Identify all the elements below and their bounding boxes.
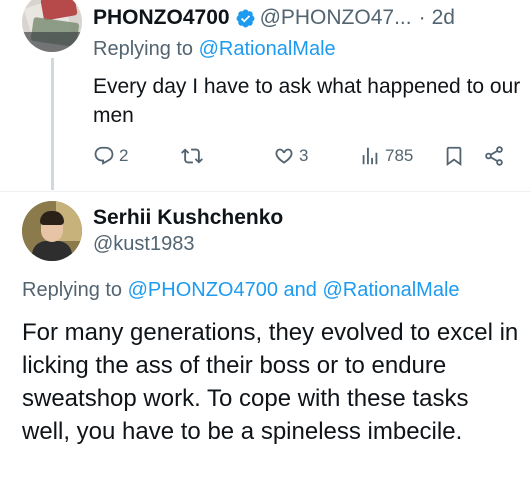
tweet-text: For many generations, they evolved to ex… [22,319,519,445]
view-count: 785 [385,146,414,165]
views-button[interactable]: 785 [359,142,413,170]
share-button[interactable] [483,142,505,170]
mention-link[interactable]: @PHONZO4700 [128,279,278,301]
author-handle[interactable]: @kust1983 [93,233,194,256]
main-tweet: Serhii Kushchenko @kust1983 Replying to … [0,192,531,495]
separator-dot: · [418,6,426,29]
bookmark-icon [446,146,462,167]
tweet-actions: 2 3 785 [93,142,531,170]
share-icon [485,146,503,166]
reply-button[interactable]: 2 [93,142,128,170]
replying-to-prefix: Replying to [22,279,123,301]
views-chart-icon [362,147,378,165]
timestamp[interactable]: 2d [432,6,455,30]
reply-count: 2 [119,146,129,165]
thread-connector-line [51,58,54,190]
verified-badge-icon [236,9,255,27]
reply-tweet[interactable]: PHONZO4700 @PHONZO47... · 2d Replying to… [0,0,531,190]
replying-to: Replying to @PHONZO4700 and @RationalMal… [22,279,460,302]
mention-link[interactable]: @RationalMale [199,38,336,60]
heart-icon [275,148,293,164]
avatar[interactable] [22,0,82,52]
tweet-header: PHONZO4700 @PHONZO47... · 2d [93,4,455,32]
replying-to-prefix: Replying to [93,38,194,60]
replying-to: Replying to @RationalMale [93,38,336,61]
mention-link[interactable]: @RationalMale [322,279,459,301]
bookmark-button[interactable] [443,142,465,170]
mention-and[interactable]: and [284,279,317,301]
retweet-icon [181,148,203,164]
retweet-button[interactable] [181,142,207,170]
author-handle[interactable]: @PHONZO47... [260,6,412,30]
avatar[interactable] [22,201,82,261]
like-button[interactable]: 3 [273,142,308,170]
author-name[interactable]: Serhii Kushchenko [93,206,283,230]
tweet-text: Every day I have to ask what happened to… [93,75,521,127]
like-count: 3 [299,146,309,165]
author-name[interactable]: PHONZO4700 [93,6,230,30]
reply-icon [94,146,114,165]
